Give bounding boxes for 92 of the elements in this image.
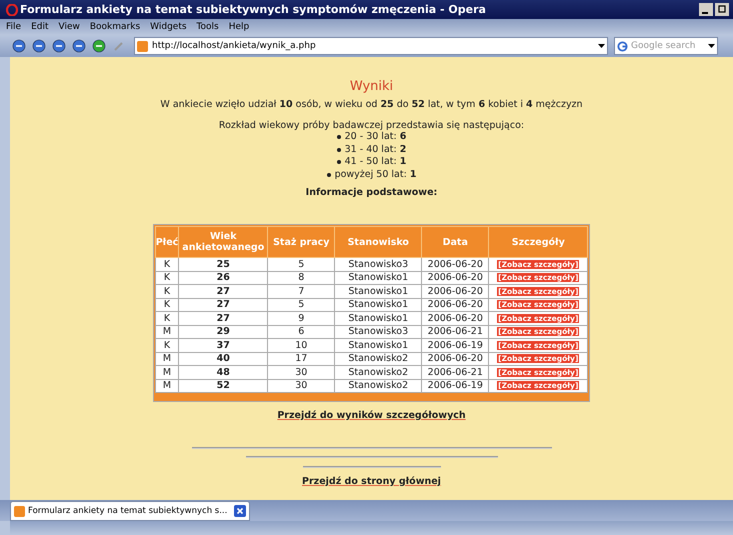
table-cell: 17	[268, 352, 335, 366]
window-title: Formularz ankiety na temat subiektywnych symptomów zmęczenia - Opera	[20, 3, 487, 16]
table-cell: 6	[268, 325, 335, 338]
table-cell: 27	[178, 284, 268, 298]
detail-results-link[interactable]: Przejdź do wyników szczegółowych	[277, 410, 466, 421]
table-cell: Stanowisko2	[334, 379, 422, 392]
menu-item[interactable]: Widgets	[150, 22, 187, 32]
menu-item[interactable]: File	[6, 22, 22, 32]
bullet-icon	[336, 135, 341, 140]
close-icon[interactable]	[234, 505, 246, 517]
menu-item[interactable]: Bookmarks	[90, 22, 140, 32]
column-header: Płeć	[155, 226, 179, 258]
nav-button-icon[interactable]	[32, 39, 46, 53]
table-cell: 25	[178, 258, 268, 271]
nav-button-icon[interactable]	[12, 39, 26, 53]
list-item: 20 - 30 lat: 6	[336, 131, 406, 144]
table-cell: M	[155, 366, 179, 379]
menu-item[interactable]: Tools	[196, 22, 219, 32]
table-cell: 52	[178, 379, 268, 392]
table-cell: K	[155, 258, 179, 271]
table-cell: 2006-06-20	[422, 352, 489, 366]
table-cell: Stanowisko2	[334, 352, 422, 366]
table-cell: 10	[268, 338, 335, 352]
section-title: Informacje podstawowe:	[306, 187, 438, 198]
table-cell: 37	[178, 338, 268, 352]
home-link[interactable]: Przejdź do strony głównej	[302, 476, 441, 487]
table-cell: 2006-06-20	[422, 312, 489, 325]
summary-text: W ankiecie wzięło udział 10 osób, w wieku od 25 do 52 lat, w tym 6 kobiet i 4 mężczyzn	[160, 99, 583, 110]
table-cell: 30	[268, 379, 335, 392]
table-cell: 9	[268, 312, 335, 325]
table-cell: 2006-06-20	[422, 258, 489, 271]
column-header: Wiek ankietowanego	[178, 226, 268, 258]
table-cell: Stanowisko3	[334, 258, 422, 271]
table-cell: Stanowisko2	[334, 366, 422, 379]
menu-item[interactable]: Help	[228, 22, 250, 32]
table-cell: 30	[268, 366, 335, 379]
table-cell: Stanowisko1	[334, 284, 422, 298]
table-cell: 40	[178, 352, 268, 366]
page-heading: Wyniki	[350, 79, 394, 94]
bullet-icon	[326, 172, 331, 177]
table-cell: Stanowisko1	[334, 298, 422, 312]
table-cell: 5	[268, 258, 335, 271]
table-cell: K	[155, 338, 179, 352]
column-header: Staż pracy	[268, 226, 335, 258]
table-cell: 2006-06-21	[422, 366, 489, 379]
table-cell: Stanowisko1	[334, 312, 422, 325]
table-cell: K	[155, 271, 179, 284]
table-cell: 2006-06-19	[422, 379, 489, 392]
table-cell: 2006-06-20	[422, 284, 489, 298]
nav-button-icon[interactable]	[72, 39, 86, 53]
browser-tab[interactable]: Formularz ankiety na temat subiektywnych s...	[10, 501, 250, 521]
column-header: Stanowisko	[334, 226, 422, 258]
menu-item[interactable]: View	[58, 22, 80, 32]
table-cell: 26	[178, 271, 268, 284]
table-cell: 48	[178, 366, 268, 379]
bullet-icon	[336, 160, 341, 164]
table-cell: K	[155, 298, 179, 312]
table-cell: K	[155, 284, 179, 298]
table-cell: 7	[268, 284, 335, 298]
menu-item[interactable]: Edit	[31, 22, 48, 32]
table-cell: 29	[178, 325, 268, 338]
address-field[interactable]: http://localhost/ankieta/wynik_a.php	[134, 37, 608, 55]
distribution-intro: Rozkład wiekowy próby badawczej przedstawia się następująco:	[218, 120, 524, 131]
table-cell: M	[155, 352, 179, 366]
table-cell: 8	[268, 271, 335, 284]
table-cell: 2006-06-19	[422, 338, 489, 352]
column-header: Szczegóły	[488, 226, 588, 258]
page-icon	[137, 40, 148, 52]
list-item: 31 - 40 lat: 2	[336, 144, 406, 156]
table-cell: 2006-06-21	[422, 325, 489, 338]
table-cell: M	[155, 379, 179, 392]
list-item: powyżej 50 lat: 1	[326, 168, 416, 181]
table-cell: K	[155, 312, 179, 325]
table-cell: 2006-06-20	[422, 271, 489, 284]
opera-logo-icon	[6, 4, 18, 16]
bullet-icon	[336, 148, 341, 152]
nav-button-icon[interactable]	[52, 39, 66, 53]
table-cell: 27	[178, 312, 268, 325]
restore-button[interactable]	[715, 3, 729, 16]
table-cell: M	[155, 325, 179, 338]
minimize-button[interactable]	[699, 3, 713, 16]
table-cell: Stanowisko1	[334, 271, 422, 284]
table-cell: 27	[178, 298, 268, 312]
table-cell: 2006-06-20	[422, 298, 489, 312]
table-cell: 5	[268, 298, 335, 312]
table-cell: Stanowisko3	[334, 325, 422, 338]
column-header: Data	[422, 226, 489, 258]
page-icon	[14, 506, 25, 516]
list-item: 41 - 50 lat: 1	[336, 156, 406, 168]
nav-button-icon[interactable]	[92, 39, 106, 53]
table-cell: Stanowisko1	[334, 338, 422, 352]
search-engine-icon	[617, 40, 628, 52]
